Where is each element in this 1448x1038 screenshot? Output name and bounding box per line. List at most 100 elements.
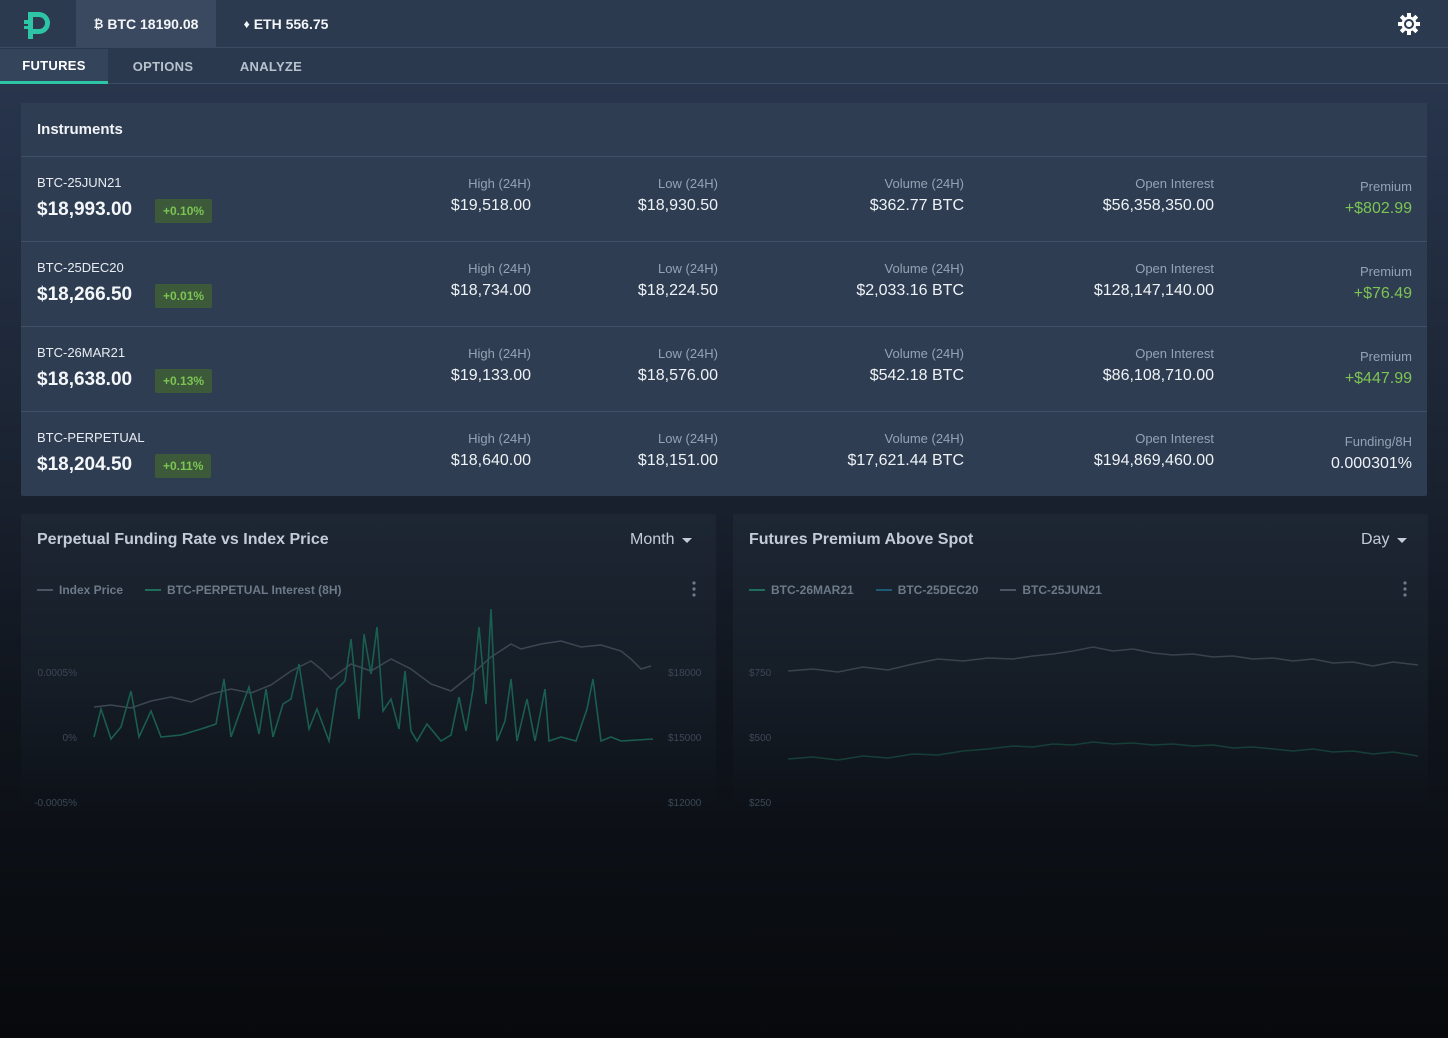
chart-title: Perpetual Funding Rate vs Index Price xyxy=(37,531,329,548)
change-badge: +0.01% xyxy=(155,284,213,308)
legend-item-index-price[interactable]: Index Price xyxy=(37,583,123,597)
stat-label: Low (24H) xyxy=(658,346,718,361)
stat-low: Low (24H) $18,576.00 xyxy=(638,346,718,385)
stat-low: Low (24H) $18,224.50 xyxy=(638,261,718,300)
stat-label: Open Interest xyxy=(1135,346,1214,361)
range-dropdown-value: Day xyxy=(1361,531,1390,548)
chart-menu-icon[interactable] xyxy=(1402,581,1408,597)
btc-26mar21-line xyxy=(787,741,1419,761)
stat-volume: Volume (24H) $2,033.16 BTC xyxy=(856,261,964,300)
legend-swatch xyxy=(145,589,162,591)
stat-value: 0.000301% xyxy=(1331,455,1412,472)
ethereum-icon: ♦ xyxy=(243,17,250,31)
stat-high: High (24H) $18,640.00 xyxy=(451,431,531,470)
stat-label: Premium xyxy=(1359,179,1412,194)
stat-label: High (24H) xyxy=(468,346,531,361)
stat-low: Low (24H) $18,930.50 xyxy=(638,176,718,215)
stat-volume: Volume (24H) $17,621.44 BTC xyxy=(847,431,964,470)
stat-oi: Open Interest $194,869,460.00 xyxy=(1094,431,1214,470)
instrument-name: BTC-26MAR21 xyxy=(37,345,126,360)
legend-swatch xyxy=(1000,589,1017,591)
stat-value: $18,224.50 xyxy=(637,282,718,299)
chart-title: Futures Premium Above Spot xyxy=(749,531,974,548)
stat-label: Open Interest xyxy=(1135,431,1214,446)
stat-label: Volume (24H) xyxy=(884,431,964,446)
stat-label: High (24H) xyxy=(468,261,531,276)
stat-label: Premium xyxy=(1359,264,1412,279)
stat-label: High (24H) xyxy=(468,431,531,446)
instrument-price: $18,993.00 xyxy=(37,199,133,220)
stat-high: High (24H) $19,133.00 xyxy=(451,346,531,385)
legend-swatch xyxy=(875,589,892,591)
tab-options[interactable]: OPTIONS xyxy=(116,49,210,84)
instrument-row[interactable]: BTC-25DEC20 $18,266.50 +0.01% High (24H) $18… xyxy=(21,241,1427,326)
futures-premium-plot: $750 $500 $250 xyxy=(749,646,1419,809)
change-badge: +0.10% xyxy=(155,199,213,223)
stat-volume: Volume (24H) $542.18 BTC xyxy=(870,346,964,385)
stat-label: High (24H) xyxy=(468,176,531,191)
stat-label: Volume (24H) xyxy=(884,261,964,276)
chart-legend: Index Price BTC-PERPETUAL Interest (8H) xyxy=(37,583,364,597)
stat-value: $19,133.00 xyxy=(450,367,531,384)
range-dropdown-value: Month xyxy=(630,531,675,548)
stat-value: $18,734.00 xyxy=(450,282,531,299)
stat-label: Premium xyxy=(1359,349,1412,364)
tab-futures[interactable]: FUTURES xyxy=(0,49,108,84)
deribit-logo-icon[interactable] xyxy=(22,8,54,40)
stat-high: High (24H) $19,518.00 xyxy=(451,176,531,215)
range-dropdown[interactable]: Month xyxy=(630,531,693,549)
legend-item-btc-25dec20[interactable]: BTC-25DEC20 xyxy=(875,583,978,597)
futures-premium-chart-card: Futures Premium Above Spot Day BTC-26MAR… xyxy=(733,514,1428,814)
legend-item-btc-25jun21[interactable]: BTC-25JUN21 xyxy=(1000,583,1102,597)
y-tick-left: -0.0005% xyxy=(34,798,77,809)
legend-swatch xyxy=(749,589,765,591)
legend-label: BTC-26MAR21 xyxy=(771,583,854,597)
instrument-name: BTC-25JUN21 xyxy=(37,175,122,190)
y-tick-right: $12000 xyxy=(668,798,702,809)
chart-legend: BTC-26MAR21 BTC-25DEC20 BTC-25JUN21 xyxy=(749,583,1124,597)
legend-label: BTC-25JUN21 xyxy=(1022,583,1102,597)
instrument-price: $18,204.50 xyxy=(37,454,133,475)
legend-swatch xyxy=(37,589,53,591)
chart-menu-icon[interactable] xyxy=(691,581,697,597)
chevron-down-icon xyxy=(1397,537,1408,543)
instrument-row[interactable]: BTC-26MAR21 $18,638.00 +0.13% High (24H) $19… xyxy=(21,326,1427,411)
legend-item-btc-26mar21[interactable]: BTC-26MAR21 xyxy=(749,583,854,597)
y-tick-left: $750 xyxy=(749,668,772,679)
y-tick-left: $250 xyxy=(749,798,772,809)
instrument-name: BTC-PERPETUAL xyxy=(37,430,145,445)
y-tick-left: $500 xyxy=(749,733,772,744)
gear-icon[interactable] xyxy=(1397,12,1421,36)
instrument-row[interactable]: BTC-PERPETUAL $18,204.50 +0.11% High (24H) $… xyxy=(21,411,1427,496)
stat-label: Open Interest xyxy=(1135,176,1214,191)
stat-label: Low (24H) xyxy=(658,261,718,276)
btc-ticker[interactable]: ₿ BTC 18190.08 xyxy=(76,0,216,48)
y-tick-right: $15000 xyxy=(668,733,702,744)
stat-value: $18,151.00 xyxy=(637,452,718,469)
instrument-row[interactable]: BTC-25JUN21 $18,993.00 +0.10% High (24H) $19… xyxy=(21,156,1427,241)
stat-label: Volume (24H) xyxy=(884,176,964,191)
stat-label: Low (24H) xyxy=(658,431,718,446)
stat-value: +$76.49 xyxy=(1353,285,1412,302)
y-tick-left: 0.0005% xyxy=(38,668,78,679)
btc-ticker-label: BTC 18190.08 xyxy=(107,16,199,32)
stat-low: Low (24H) $18,151.00 xyxy=(638,431,718,470)
stat-value: $194,869,460.00 xyxy=(1093,452,1214,469)
eth-ticker[interactable]: ♦ ETH 556.75 xyxy=(230,0,342,48)
main-tabs: FUTURES OPTIONS ANALYZE xyxy=(0,49,1448,84)
stat-high: High (24H) $18,734.00 xyxy=(451,261,531,300)
stat-value: $18,640.00 xyxy=(450,452,531,469)
legend-item-perpetual-interest[interactable]: BTC-PERPETUAL Interest (8H) xyxy=(145,583,342,597)
stat-last: Premium +$76.49 xyxy=(1354,264,1412,303)
stat-value: $2,033.16 BTC xyxy=(856,282,964,299)
instruments-title: Instruments xyxy=(37,121,123,138)
instrument-price: $18,638.00 xyxy=(37,369,133,390)
tab-analyze[interactable]: ANALYZE xyxy=(226,49,316,84)
chevron-down-icon xyxy=(682,537,693,543)
range-dropdown[interactable]: Day xyxy=(1361,531,1408,549)
stat-last: Premium +$447.99 xyxy=(1345,349,1412,388)
change-badge: +0.13% xyxy=(155,369,213,393)
stat-value: $542.18 BTC xyxy=(869,367,964,384)
top-bar: ₿ BTC 18190.08 ♦ ETH 556.75 xyxy=(0,0,1448,48)
stat-value: $362.77 BTC xyxy=(869,197,964,214)
